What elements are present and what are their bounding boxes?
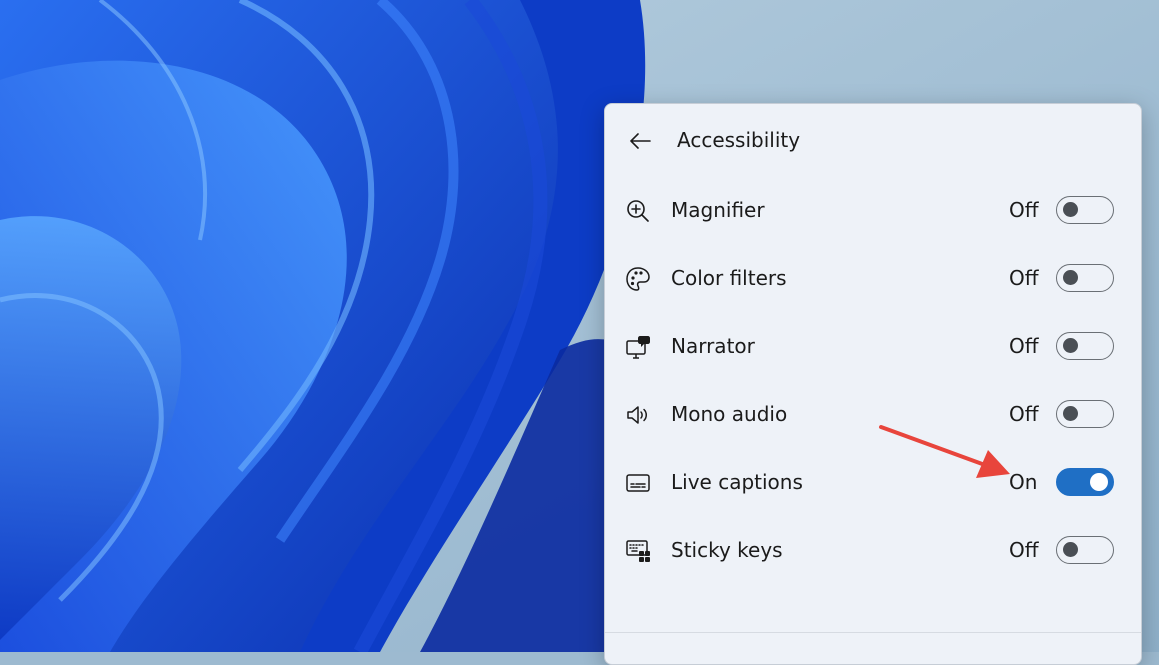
color-filters-toggle[interactable]	[1056, 264, 1114, 292]
setting-label: Magnifier	[671, 198, 765, 222]
mono-audio-toggle[interactable]	[1056, 400, 1114, 428]
setting-state: Off	[1009, 538, 1039, 562]
arrow-left-icon	[630, 133, 651, 149]
speaker-icon	[627, 406, 647, 424]
setting-row-magnifier[interactable]: Magnifier Off	[605, 176, 1141, 244]
setting-row-sticky-keys[interactable]: Sticky keys Off	[605, 516, 1141, 584]
live-captions-toggle[interactable]	[1056, 468, 1114, 496]
setting-state: Off	[1009, 334, 1039, 358]
setting-label: Live captions	[671, 470, 803, 494]
setting-label: Narrator	[671, 334, 755, 358]
setting-state: Off	[1009, 266, 1039, 290]
panel-title: Accessibility	[677, 128, 801, 152]
toggle-knob	[1090, 472, 1108, 491]
magnifier-toggle[interactable]	[1056, 196, 1114, 224]
accessibility-quick-settings-panel: Accessibility Magnifier Off Color filter…	[604, 103, 1142, 665]
captions-icon	[626, 474, 650, 492]
toggle-knob	[1063, 406, 1078, 421]
back-button[interactable]	[625, 126, 655, 156]
narrator-icon	[626, 336, 650, 359]
setting-label: Sticky keys	[671, 538, 783, 562]
setting-state: On	[1009, 470, 1038, 494]
toggle-knob	[1063, 338, 1078, 353]
narrator-toggle[interactable]	[1056, 332, 1114, 360]
setting-row-narrator[interactable]: Narrator Off	[605, 312, 1141, 380]
toggle-knob	[1063, 202, 1078, 217]
palette-icon	[626, 267, 650, 291]
setting-state: Off	[1009, 198, 1039, 222]
keyboard-icon	[626, 540, 650, 562]
panel-footer-divider	[605, 632, 1141, 633]
magnifier-icon	[627, 200, 649, 222]
toggle-knob	[1063, 542, 1078, 557]
panel-header: Accessibility	[605, 104, 1141, 176]
setting-state: Off	[1009, 402, 1039, 426]
setting-row-color-filters[interactable]: Color filters Off	[605, 244, 1141, 312]
setting-label: Mono audio	[671, 402, 788, 426]
sticky-keys-toggle[interactable]	[1056, 536, 1114, 564]
setting-row-mono-audio[interactable]: Mono audio Off	[605, 380, 1141, 448]
setting-label: Color filters	[671, 266, 787, 290]
setting-row-live-captions[interactable]: Live captions On	[605, 448, 1141, 516]
toggle-knob	[1063, 270, 1078, 285]
